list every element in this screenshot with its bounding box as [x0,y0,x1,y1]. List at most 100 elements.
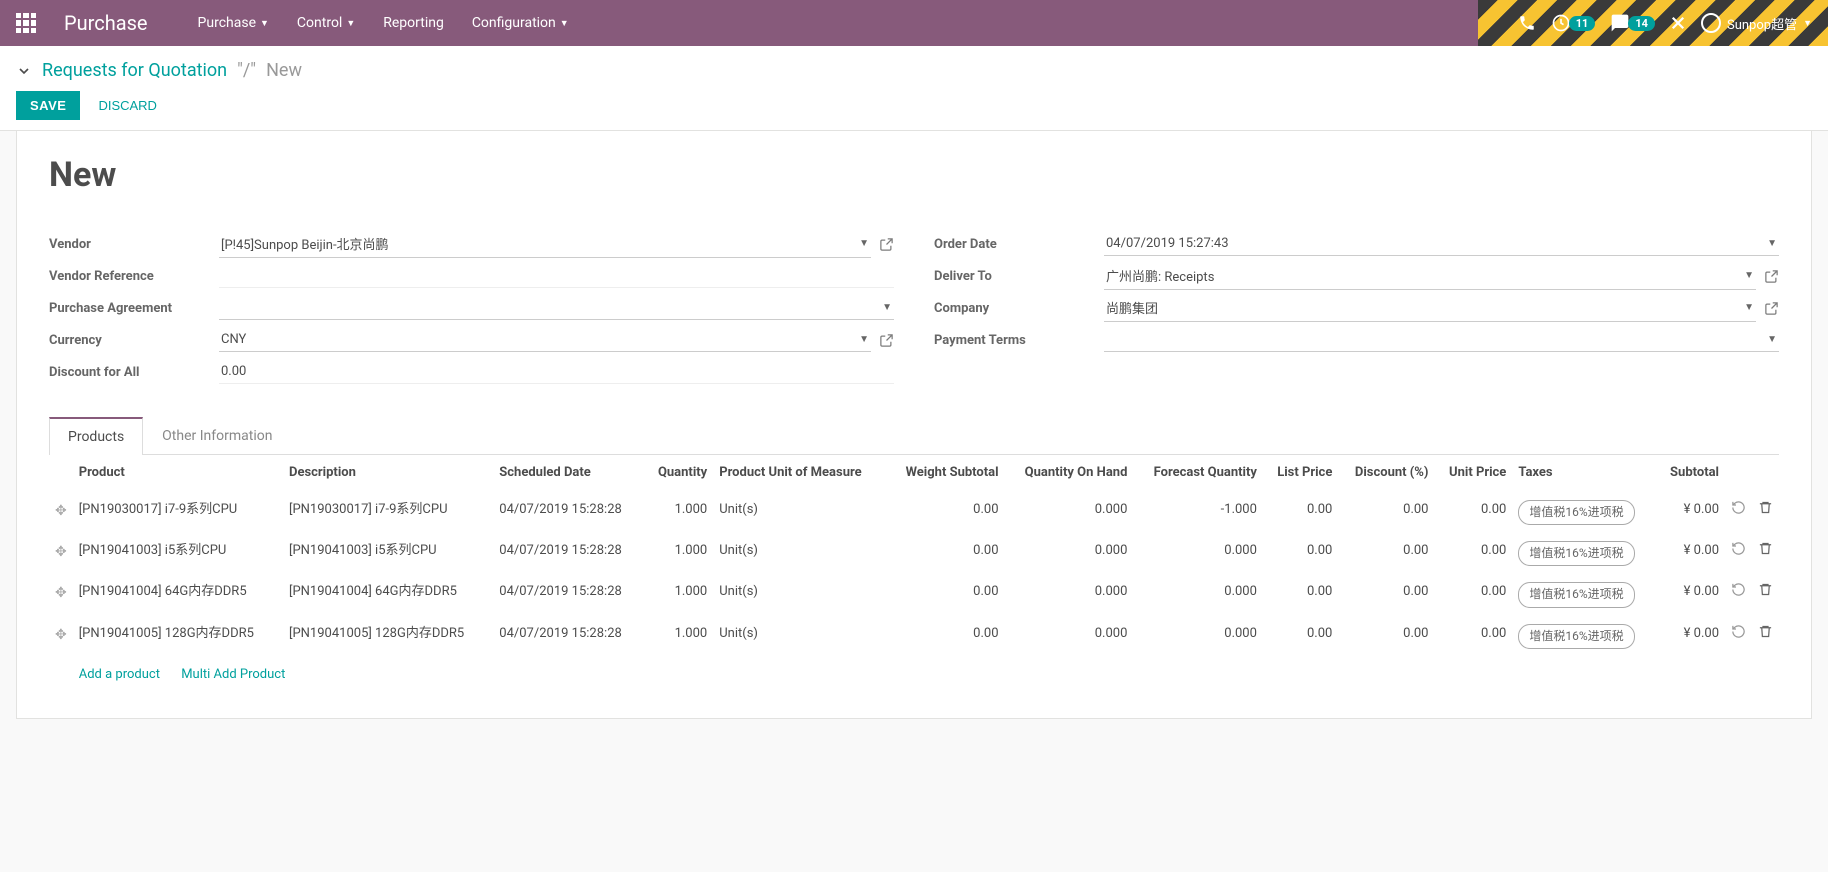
menu-purchase[interactable]: Purchase▼ [188,9,279,37]
activities-button[interactable]: 11 [1550,12,1596,34]
add-product-link[interactable]: Add a product [79,667,160,682]
cell-subtotal: ¥ 0.00 [1656,616,1725,657]
cell-uom[interactable]: Unit(s) [713,616,886,657]
cell-unit-price[interactable]: 0.00 [1435,616,1513,657]
tax-pill: 增值税16%进项税 [1518,582,1634,607]
undo-icon[interactable] [1731,500,1746,515]
cell-description[interactable]: [PN19041004] 64G内存DDR5 [283,574,493,615]
purchase-agreement-select[interactable]: ▼ [219,296,894,320]
cell-discount[interactable]: 0.00 [1338,533,1434,574]
breadcrumb-sep: "/" [237,60,256,81]
order-date-input[interactable]: 04/07/2019 15:27:43▼ [1104,232,1779,256]
tab-products[interactable]: Products [49,417,143,455]
messages-button[interactable]: 14 [1609,12,1655,34]
cell-taxes[interactable]: 增值税16%进项税 [1512,492,1656,533]
cell-subtotal: ¥ 0.00 [1656,492,1725,533]
external-link-icon[interactable] [879,333,894,348]
menu-configuration-label: Configuration [472,15,556,31]
user-menu[interactable]: Sunpop超管 ▼ [1701,13,1812,33]
tab-other-information[interactable]: Other Information [143,417,291,454]
phone-icon[interactable] [1518,14,1536,32]
menu-reporting[interactable]: Reporting [373,9,454,37]
cell-uom[interactable]: Unit(s) [713,574,886,615]
trash-icon[interactable] [1758,582,1773,597]
cell-date[interactable]: 04/07/2019 15:28:28 [493,616,644,657]
label-vendor: Vendor [49,237,219,252]
menu-reporting-label: Reporting [383,15,444,31]
table-row[interactable]: ✥ [PN19030017] i7-9系列CPU[PN19030017] i7-9… [49,492,1779,533]
trash-icon[interactable] [1758,624,1773,639]
tax-pill: 增值税16%进项税 [1518,500,1634,525]
company-select[interactable]: 尚鹏集团▼ [1104,294,1756,322]
form-title: New [49,155,1779,195]
cell-uom[interactable]: Unit(s) [713,492,886,533]
cell-qty[interactable]: 1.000 [644,616,713,657]
cell-discount[interactable]: 0.00 [1338,574,1434,615]
cell-date[interactable]: 04/07/2019 15:28:28 [493,492,644,533]
external-link-icon[interactable] [1764,269,1779,284]
cell-discount[interactable]: 0.00 [1338,616,1434,657]
cell-unit-price[interactable]: 0.00 [1435,574,1513,615]
breadcrumb-back-icon[interactable] [16,63,32,79]
caret-down-icon: ▼ [859,238,869,249]
table-row[interactable]: ✥ [PN19041004] 64G内存DDR5[PN19041004] 64G内… [49,574,1779,615]
avatar-icon [1701,13,1721,33]
cell-taxes[interactable]: 增值税16%进项税 [1512,574,1656,615]
undo-icon[interactable] [1731,541,1746,556]
breadcrumb-parent[interactable]: Requests for Quotation [42,60,227,81]
cell-taxes[interactable]: 增值税16%进项税 [1512,616,1656,657]
cell-product[interactable]: [PN19030017] i7-9系列CPU [73,492,283,533]
cell-description[interactable]: [PN19041003] i5系列CPU [283,533,493,574]
table-row[interactable]: ✥ [PN19041003] i5系列CPU[PN19041003] i5系列CP… [49,533,1779,574]
cell-product[interactable]: [PN19041004] 64G内存DDR5 [73,574,283,615]
apps-icon[interactable] [16,13,36,33]
drag-handle-icon[interactable]: ✥ [55,585,67,601]
label-purchase-agreement: Purchase Agreement [49,301,219,316]
close-icon[interactable] [1669,14,1687,32]
cell-qty[interactable]: 1.000 [644,533,713,574]
cell-unit-price[interactable]: 0.00 [1435,533,1513,574]
cell-discount[interactable]: 0.00 [1338,492,1434,533]
external-link-icon[interactable] [879,237,894,252]
cell-product[interactable]: [PN19041003] i5系列CPU [73,533,283,574]
multi-add-product-link[interactable]: Multi Add Product [181,667,285,682]
save-button[interactable]: SAVE [16,91,80,120]
cell-subtotal: ¥ 0.00 [1656,574,1725,615]
discount-all-input[interactable]: 0.00 [219,360,894,384]
menu-configuration[interactable]: Configuration▼ [462,9,579,37]
undo-icon[interactable] [1731,624,1746,639]
cell-qty[interactable]: 1.000 [644,574,713,615]
external-link-icon[interactable] [1764,301,1779,316]
cell-date[interactable]: 04/07/2019 15:28:28 [493,533,644,574]
cell-taxes[interactable]: 增值税16%进项税 [1512,533,1656,574]
cell-product[interactable]: [PN19041005] 128G内存DDR5 [73,616,283,657]
cell-unit-price[interactable]: 0.00 [1435,492,1513,533]
discard-button[interactable]: DISCARD [94,91,161,120]
cell-date[interactable]: 04/07/2019 15:28:28 [493,574,644,615]
table-row[interactable]: ✥ [PN19041005] 128G内存DDR5[PN19041005] 128… [49,616,1779,657]
trash-icon[interactable] [1758,500,1773,515]
cell-description[interactable]: [PN19030017] i7-9系列CPU [283,492,493,533]
currency-select[interactable]: CNY▼ [219,328,871,352]
deliver-to-select[interactable]: 广州尚鹏: Receipts▼ [1104,262,1756,290]
drag-handle-icon[interactable]: ✥ [55,503,67,519]
menu-control[interactable]: Control▼ [287,9,365,37]
caret-down-icon: ▼ [1744,270,1754,281]
cell-uom[interactable]: Unit(s) [713,533,886,574]
payment-terms-select[interactable]: ▼ [1104,328,1779,352]
cell-description[interactable]: [PN19041005] 128G内存DDR5 [283,616,493,657]
cell-list-price: 0.00 [1263,533,1338,574]
cell-qty-on-hand: 0.000 [1005,533,1134,574]
cell-qty[interactable]: 1.000 [644,492,713,533]
trash-icon[interactable] [1758,541,1773,556]
drag-handle-icon[interactable]: ✥ [55,544,67,560]
field-row-vendor: Vendor [P!45]Sunpop Beijin-北京尚鹏 ▼ [49,229,894,259]
tax-pill: 增值税16%进项税 [1518,624,1634,649]
field-row-payment-terms: Payment Terms ▼ [934,325,1779,355]
user-name: Sunpop超管 [1727,14,1797,33]
vendor-ref-input[interactable] [219,264,894,288]
cell-forecast-qty: 0.000 [1133,574,1263,615]
vendor-select[interactable]: [P!45]Sunpop Beijin-北京尚鹏 ▼ [219,230,871,258]
undo-icon[interactable] [1731,582,1746,597]
drag-handle-icon[interactable]: ✥ [55,627,67,643]
